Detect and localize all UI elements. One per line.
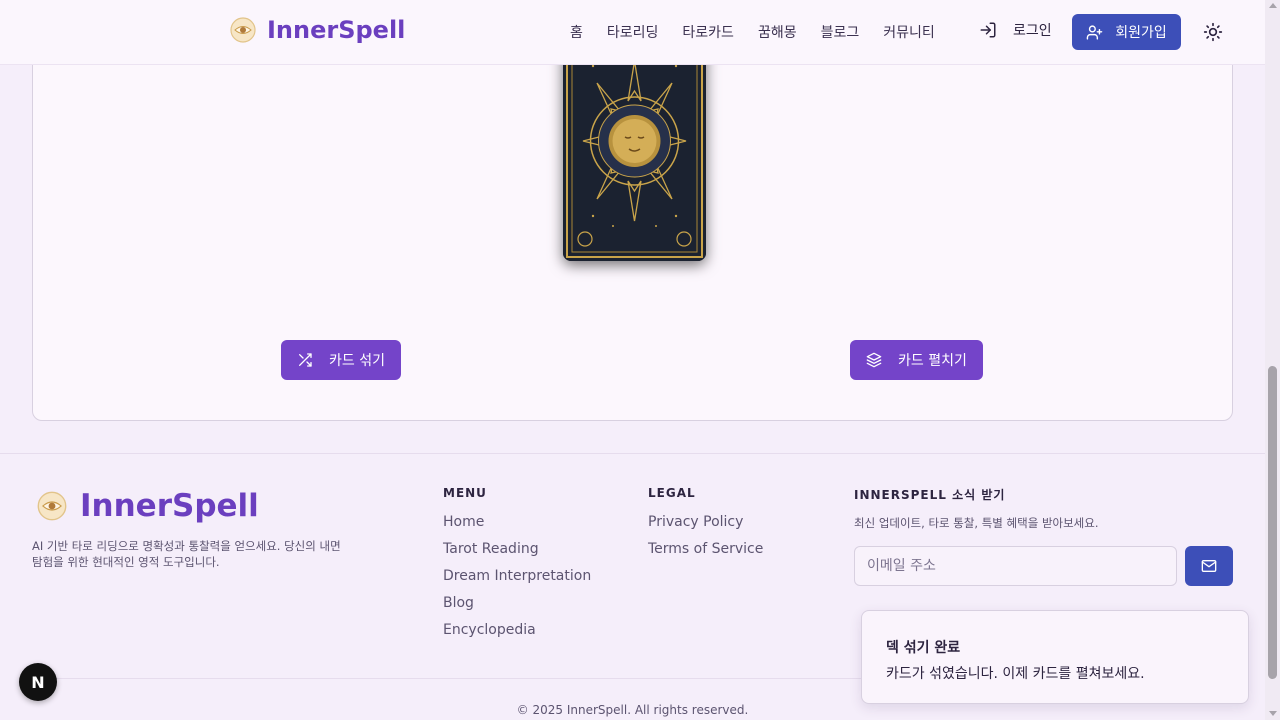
signup-label: 회원가입 (1115, 25, 1167, 41)
footer-divider (0, 453, 1265, 454)
login-icon (980, 22, 996, 38)
user-plus-icon (1086, 24, 1103, 40)
footer-legal-title: LEGAL (648, 486, 696, 500)
footer-link-encyclopedia[interactable]: Encyclopedia (443, 622, 591, 638)
toast-notification[interactable]: 덱 섞기 완료 카드가 섞였습니다. 이제 카드를 펼쳐보세요. (861, 610, 1249, 704)
toast-title: 덱 섞기 완료 (886, 640, 961, 656)
signup-button[interactable]: 회원가입 (1072, 14, 1181, 50)
nav-blog[interactable]: 블로그 (821, 22, 860, 42)
footer-legal: LEGAL Privacy Policy Terms of Service (648, 486, 763, 568)
site-header: InnerSpell 홈 타로리딩 타로카드 꿈해몽 블로그 커뮤니티 로그인 … (0, 0, 1265, 65)
scroll-down-arrow-icon[interactable] (1269, 711, 1277, 716)
main-nav: 홈 타로리딩 타로카드 꿈해몽 블로그 커뮤니티 (570, 22, 959, 42)
copyright-text: © 2025 InnerSpell. All rights reserved. (516, 703, 749, 717)
footer-link-blog[interactable]: Blog (443, 595, 591, 611)
eye-logo-icon (230, 17, 256, 43)
dev-tools-badge[interactable]: N (19, 663, 57, 701)
scrollbar-thumb[interactable] (1268, 366, 1277, 679)
footer-description: AI 기반 타로 리딩으로 명확성과 통찰력을 얻으세요. 당신의 내면 탐험을… (32, 539, 341, 569)
sun-icon[interactable] (1203, 22, 1223, 42)
newsletter-submit-button[interactable] (1185, 546, 1233, 586)
brand-name: InnerSpell (267, 16, 406, 44)
nav-community[interactable]: 커뮤니티 (883, 22, 935, 42)
footer-link-home[interactable]: Home (443, 514, 591, 530)
mail-icon (1201, 560, 1217, 572)
shuffle-icon (299, 353, 312, 367)
shuffle-cards-button[interactable]: 카드 섞기 (281, 340, 401, 380)
spread-cards-button[interactable]: 카드 펼치기 (850, 340, 983, 380)
newsletter-subtitle: 최신 업데이트, 타로 통찰, 특별 혜택을 받아보세요. (854, 516, 1099, 530)
tarot-reading-panel: 카드 섞기 카드 펼치기 (32, 20, 1233, 421)
scroll-up-arrow-icon[interactable] (1269, 3, 1277, 8)
brand-link[interactable]: InnerSpell (229, 16, 405, 44)
page-scrollbar[interactable] (1265, 0, 1280, 720)
footer-newsletter: INNERSPELL 소식 받기 최신 업데이트, 타로 통찰, 특별 혜택을 … (854, 486, 1099, 531)
footer-link-terms[interactable]: Terms of Service (648, 541, 763, 557)
login-label: 로그인 (1013, 23, 1052, 39)
footer-link-dream[interactable]: Dream Interpretation (443, 568, 591, 584)
nav-tarot-cards[interactable]: 타로카드 (682, 22, 734, 42)
footer-brand-name: InnerSpell (80, 488, 259, 524)
nav-dream[interactable]: 꿈해몽 (758, 22, 797, 42)
newsletter-email-input[interactable] (854, 546, 1177, 586)
login-button[interactable]: 로그인 (979, 20, 1052, 40)
eye-logo-icon (37, 491, 67, 521)
nav-tarot-reading[interactable]: 타로리딩 (607, 22, 659, 42)
footer-menu: MENU Home Tarot Reading Dream Interpreta… (443, 486, 591, 649)
footer-link-tarot[interactable]: Tarot Reading (443, 541, 591, 557)
spread-label: 카드 펼치기 (898, 353, 967, 369)
toast-message: 카드가 섞였습니다. 이제 카드를 펼쳐보세요. (886, 666, 1145, 682)
shuffle-label: 카드 섞기 (329, 353, 385, 369)
nav-home[interactable]: 홈 (570, 22, 583, 42)
footer-link-privacy[interactable]: Privacy Policy (648, 514, 763, 530)
footer-brand[interactable]: InnerSpell (36, 488, 259, 524)
footer-menu-title: MENU (443, 486, 487, 500)
layers-icon (866, 352, 882, 368)
newsletter-title: INNERSPELL 소식 받기 (854, 488, 1006, 502)
